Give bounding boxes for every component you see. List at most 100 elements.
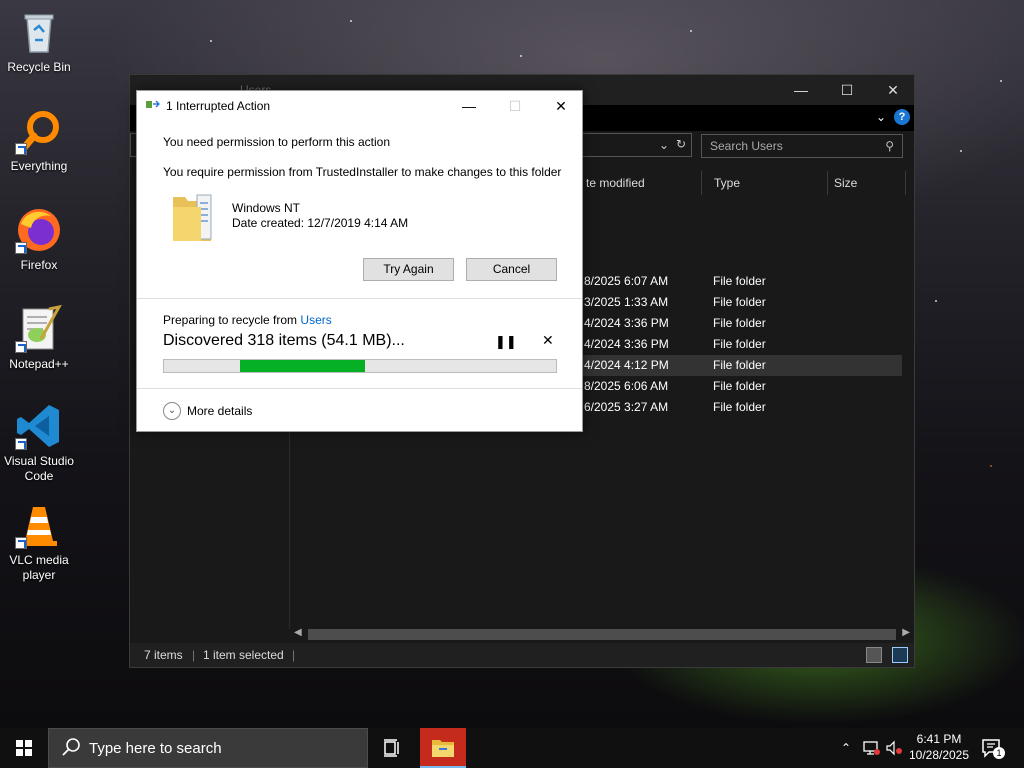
row-date: 8/2025 6:07 AM <box>584 274 669 288</box>
row-date: 6/2025 3:27 AM <box>584 400 669 414</box>
maximize-button[interactable]: ☐ <box>824 75 870 105</box>
windows-logo-icon <box>16 740 32 756</box>
permission-message: You require permission from TrustedInsta… <box>163 165 562 179</box>
preparing-prefix: Preparing to recycle from <box>163 313 298 327</box>
desktop-icon-recycle-bin[interactable]: Recycle Bin <box>0 8 78 75</box>
row-type: File folder <box>713 295 766 309</box>
row-date: 8/2025 6:06 AM <box>584 379 669 393</box>
notification-badge: 1 <box>993 747 1005 759</box>
show-hidden-icons-chevron-icon[interactable]: ⌃ <box>836 728 856 768</box>
search-icon <box>62 738 80 756</box>
horizontal-scrollbar[interactable]: ◀ ▶ <box>290 626 914 643</box>
taskbar-search-box[interactable]: Type here to search <box>48 728 368 768</box>
maximize-button: ☐ <box>508 98 522 114</box>
progress-bar <box>163 359 557 373</box>
desktop-icon-notepadpp[interactable]: Notepad++ <box>0 304 78 372</box>
selected-count: 1 item selected <box>203 648 284 662</box>
row-type: File folder <box>713 274 766 288</box>
desktop-icon-label: Visual Studio Code <box>4 454 74 483</box>
item-name: Windows NT <box>232 201 301 215</box>
search-input[interactable]: Search Users ⚲ <box>701 134 903 158</box>
desktop-icon-firefox[interactable]: Firefox <box>0 206 78 273</box>
column-date-modified[interactable]: te modified <box>580 171 702 195</box>
file-move-icon <box>146 100 160 108</box>
desktop-icon-label: Recycle Bin <box>7 60 71 74</box>
row-date: 4/2024 4:12 PM <box>584 358 669 372</box>
file-explorer-taskbar-button[interactable] <box>420 728 466 768</box>
firefox-icon <box>15 206 63 254</box>
desktop-icon-vlc[interactable]: VLC media player <box>0 501 78 583</box>
folder-icon <box>432 740 454 757</box>
divider <box>137 298 582 299</box>
item-date-created: Date created: 12/7/2019 4:14 AM <box>232 216 409 230</box>
desktop-icon-everything[interactable]: Everything <box>0 107 78 174</box>
cancel-button[interactable]: Cancel <box>466 258 557 281</box>
more-details-link[interactable]: More details <box>187 404 252 418</box>
start-button[interactable] <box>0 728 48 768</box>
shortcut-arrow-icon <box>15 143 27 155</box>
taskbar-search-placeholder: Type here to search <box>89 740 222 757</box>
discovered-status: Discovered 318 items (54.1 MB)... <box>163 332 405 349</box>
minimize-button[interactable]: — <box>778 75 824 105</box>
shortcut-arrow-icon <box>15 341 27 353</box>
help-icon[interactable]: ? <box>894 109 910 125</box>
shortcut-arrow-icon <box>15 438 27 450</box>
notepadpp-icon <box>15 304 63 353</box>
vlc-cone-icon <box>15 501 63 549</box>
volume-muted-icon[interactable] <box>884 728 904 768</box>
status-divider: | <box>192 648 196 662</box>
minimize-button[interactable]: — <box>446 93 492 119</box>
recycle-bin-icon <box>15 8 63 56</box>
dialog-title: 1 Interrupted Action <box>166 99 271 113</box>
preparing-location-link[interactable]: Users <box>300 313 331 327</box>
vscode-icon <box>15 402 63 450</box>
permission-heading: You need permission to perform this acti… <box>163 135 391 149</box>
row-type: File folder <box>713 358 766 372</box>
close-button[interactable]: ✕ <box>870 75 916 105</box>
shortcut-arrow-icon <box>15 242 27 254</box>
task-view-button[interactable] <box>372 728 412 768</box>
scrollbar-thumb[interactable] <box>308 629 896 640</box>
interrupted-action-dialog: 1 Interrupted Action — ☐ ✕ You need perm… <box>136 90 583 432</box>
row-type: File folder <box>713 316 766 330</box>
row-type: File folder <box>713 400 766 414</box>
desktop-icon-label: Notepad++ <box>9 357 69 371</box>
row-date: 3/2025 1:33 AM <box>584 295 669 309</box>
desktop-icon-label: Firefox <box>20 258 58 272</box>
pause-button[interactable]: ❚❚ <box>495 334 517 350</box>
search-placeholder: Search Users <box>710 139 783 153</box>
scroll-right-icon[interactable]: ▶ <box>902 627 910 638</box>
everything-search-icon <box>15 107 63 155</box>
shortcut-arrow-icon <box>15 537 27 549</box>
column-type[interactable]: Type <box>708 171 828 195</box>
divider <box>137 388 582 389</box>
row-date: 4/2024 3:36 PM <box>584 337 669 351</box>
stop-button[interactable]: ✕ <box>542 332 554 349</box>
desktop-icon-vscode[interactable]: Visual Studio Code <box>0 402 78 484</box>
expand-ribbon-icon[interactable]: ⌄ <box>876 110 886 124</box>
details-view-icon[interactable] <box>866 647 882 663</box>
action-center-button[interactable]: 1 <box>980 736 1005 760</box>
close-button[interactable]: ✕ <box>538 93 584 119</box>
desktop-icon-label: Everything <box>10 159 68 173</box>
large-icons-view-icon[interactable] <box>892 647 908 663</box>
row-type: File folder <box>713 379 766 393</box>
folder-icon <box>173 194 212 241</box>
status-divider: | <box>292 648 296 662</box>
taskbar: Type here to search ⌃ 6:41 PM 10/28/2025 <box>0 728 1024 768</box>
clock-date: 10/28/2025 <box>908 748 970 762</box>
progress-fill <box>240 360 365 372</box>
scroll-left-icon[interactable]: ◀ <box>294 627 302 638</box>
chevron-down-icon[interactable]: ⌄ <box>163 402 181 420</box>
desktop-icon-label: VLC media player <box>9 553 69 582</box>
chevron-down-icon[interactable]: ⌄ <box>659 138 669 152</box>
refresh-icon[interactable]: ↻ <box>676 137 686 151</box>
column-size[interactable]: Size <box>828 171 906 195</box>
clock[interactable]: 6:41 PM 10/28/2025 <box>904 731 974 763</box>
preparing-text: Preparing to recycle from Users <box>163 313 332 327</box>
dialog-title-bar[interactable]: 1 Interrupted Action — ☐ ✕ <box>137 91 582 121</box>
row-type: File folder <box>713 337 766 351</box>
status-bar: 7 items | 1 item selected | <box>130 643 914 667</box>
network-icon[interactable] <box>860 728 882 768</box>
try-again-button[interactable]: Try Again <box>363 258 454 281</box>
